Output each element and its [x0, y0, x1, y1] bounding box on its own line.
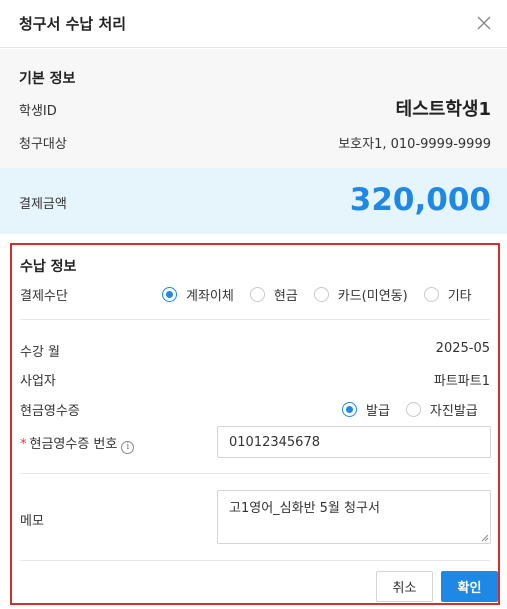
payment-method-label: 결제수단 — [20, 289, 68, 304]
memo-label: 메모 — [20, 514, 44, 529]
payment-info-section: 수납 정보 결제수단 계좌이체 현금 카드(미연동) 기타 수강 월 2025-… — [10, 243, 500, 605]
radio-receipt-self-issue[interactable]: 자진발급 — [405, 400, 478, 419]
student-id-label: 학생ID — [19, 104, 57, 119]
payment-info-title: 수납 정보 — [20, 259, 77, 275]
payment-amount-value: 320,000 — [349, 182, 491, 218]
radio-label: 현금 — [273, 289, 298, 304]
course-month-label: 수강 월 — [20, 345, 61, 360]
billing-target-value: 보호자1, 010-9999-9999 — [338, 137, 491, 152]
radio-label: 기타 — [447, 289, 472, 304]
cash-receipt-number-label: * 현금영수증 번호 i — [20, 433, 135, 454]
cash-receipt-number-input[interactable] — [217, 426, 491, 458]
radio-other[interactable]: 기타 — [423, 285, 472, 304]
cancel-button[interactable]: 취소 — [376, 571, 433, 602]
payment-method-radio-group: 계좌이체 현금 카드(미연동) 기타 — [162, 285, 472, 304]
radio-checked-icon — [162, 287, 177, 302]
close-icon[interactable] — [473, 12, 495, 34]
radio-label: 카드(미연동) — [337, 289, 408, 304]
resize-handle-icon[interactable] — [481, 534, 489, 542]
radio-label: 발급 — [366, 404, 390, 419]
divider — [20, 560, 490, 561]
radio-unchecked-icon — [313, 287, 329, 302]
course-month-value: 2025-05 — [435, 341, 490, 356]
business-label: 사업자 — [20, 374, 56, 389]
radio-bank-transfer[interactable]: 계좌이체 — [162, 285, 234, 304]
cash-receipt-radio-group: 발급 자진발급 — [342, 400, 478, 419]
radio-cash[interactable]: 현금 — [249, 285, 298, 304]
basic-info-section: 기본 정보 학생ID 테스트학생1 청구대상 보호자1, 010-9999-99… — [0, 49, 507, 168]
radio-card[interactable]: 카드(미연동) — [313, 285, 408, 304]
payment-amount-label: 결제금액 — [19, 197, 67, 212]
cash-receipt-label: 현금영수증 — [20, 404, 80, 419]
radio-label: 계좌이체 — [186, 289, 234, 304]
basic-info-title: 기본 정보 — [19, 71, 76, 87]
radio-unchecked-icon — [423, 287, 439, 302]
radio-checked-icon — [342, 402, 357, 417]
memo-textarea[interactable]: 고1영어_심화반 5월 청구서 — [217, 490, 491, 544]
divider — [20, 473, 490, 474]
radio-unchecked-icon — [249, 287, 265, 302]
cash-receipt-number-text: 현금영수증 번호 — [29, 437, 118, 452]
payment-amount-section: 결제금액 320,000 — [0, 168, 507, 234]
radio-label: 자진발급 — [429, 404, 478, 419]
divider — [20, 319, 490, 320]
radio-receipt-issue[interactable]: 발급 — [342, 400, 390, 419]
confirm-button[interactable]: 확인 — [441, 571, 498, 602]
info-icon[interactable]: i — [121, 441, 135, 454]
billing-target-label: 청구대상 — [19, 137, 67, 152]
business-value: 파트파트1 — [433, 374, 490, 389]
student-name: 테스트학생1 — [395, 99, 491, 120]
modal-title: 청구서 수납 처리 — [19, 15, 127, 33]
required-mark: * — [20, 437, 27, 452]
radio-unchecked-icon — [405, 402, 421, 417]
modal-header: 청구서 수납 처리 — [0, 0, 507, 48]
